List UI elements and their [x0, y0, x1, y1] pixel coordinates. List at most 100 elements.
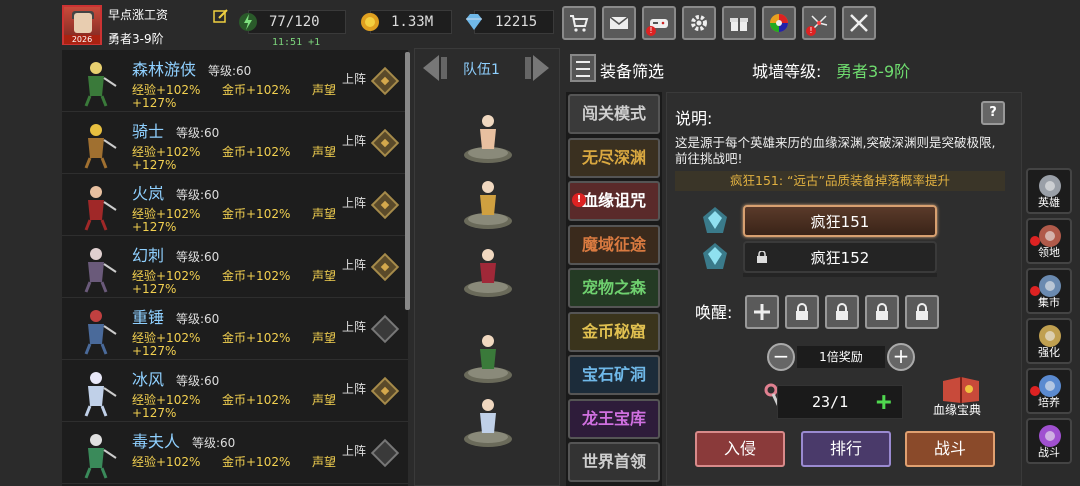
hero-deploy-label[interactable]: 上阵: [342, 256, 366, 273]
hero-deploy-label[interactable]: 上阵: [342, 442, 366, 459]
hero-deploy-label[interactable]: 上阵: [342, 132, 366, 149]
awaken-locked-slot[interactable]: [785, 295, 819, 329]
floor-item-151[interactable]: 疯狂151: [743, 205, 937, 237]
hero-list-scrollbar[interactable]: [405, 52, 410, 310]
hero-deploy-toggle[interactable]: [370, 314, 400, 344]
hero-name: 冰风: [132, 370, 165, 389]
sidebar-item[interactable]: 强化: [1026, 318, 1072, 364]
mode-label: 金币秘窟: [581, 321, 646, 341]
hero-deploy-toggle[interactable]: [370, 128, 400, 158]
multiplier-increase-button[interactable]: +: [887, 343, 915, 371]
sidebar-item[interactable]: 英雄: [1026, 168, 1072, 214]
wall-level-label: 城墙等级:: [752, 62, 822, 81]
hero-level: 等级:60: [176, 374, 220, 388]
mode-item[interactable]: 龙王宝库: [568, 398, 660, 439]
hero-deploy-toggle[interactable]: [370, 66, 400, 96]
add-attempt-button[interactable]: +: [876, 388, 892, 416]
gold-coin-icon: [361, 13, 379, 31]
awaken-locked-slot[interactable]: [865, 295, 899, 329]
team-slot[interactable]: [460, 395, 516, 449]
invade-button[interactable]: 入侵: [695, 431, 785, 467]
hero-row[interactable]: 冰风 等级:60 经验+102% 金币+102% 声望 +127% 上阵: [62, 360, 408, 422]
sidebar-item[interactable]: 战斗: [1026, 418, 1072, 464]
floor-list-edge: [743, 273, 937, 277]
diamond-counter: 12215: [466, 10, 554, 34]
hero-deploy-toggle[interactable]: [370, 438, 400, 468]
filter-menu-button[interactable]: [570, 54, 596, 82]
mode-item[interactable]: 世界首领: [568, 442, 660, 482]
hero-list[interactable]: 森林游侠 等级:60 经验+102% 金币+102% 声望 +127% 上阵 骑…: [62, 50, 408, 486]
hero-deploy-label[interactable]: 上阵: [342, 318, 366, 335]
drop-rate-banner: 疯狂151: “远古”品质装备掉落概率提升: [675, 171, 1005, 191]
hero-row[interactable]: 森林游侠 等级:60 经验+102% 金币+102% 声望 +127% 上阵: [62, 50, 408, 112]
team-label: 队伍1: [463, 62, 500, 78]
gold-value: 1.33M: [391, 14, 434, 30]
battle-swords-icon: [850, 14, 868, 32]
team-slot[interactable]: [460, 245, 516, 299]
hero-row[interactable]: 重锤 等级:60 经验+102% 金币+102% 声望 +127% 上阵: [62, 298, 408, 360]
mode-item[interactable]: 闯关模式: [568, 94, 660, 134]
hero-level: 等级:60: [176, 188, 220, 202]
bloodline-book-label[interactable]: 血缘宝典: [933, 401, 981, 418]
team-panel: 队伍1: [414, 48, 560, 486]
hero-deploy-toggle[interactable]: [370, 190, 400, 220]
sidebar-item[interactable]: 培养: [1026, 368, 1072, 414]
awaken-locked-slot[interactable]: [905, 295, 939, 329]
hero-row[interactable]: 毒夫人 等级:60 经验+102% 金币+102% 声望 上阵: [62, 422, 408, 484]
mail-button[interactable]: [602, 6, 636, 40]
hero-name: 重锤: [132, 308, 165, 327]
color-wheel-button[interactable]: [762, 6, 796, 40]
mode-item[interactable]: 无尽深渊: [568, 137, 660, 178]
hero-row[interactable]: 骑士 等级:60 经验+102% 金币+102% 声望 +127% 上阵: [62, 112, 408, 174]
floor-item-152[interactable]: 疯狂152: [743, 241, 937, 273]
settings-button[interactable]: [682, 6, 716, 40]
fireworks-button[interactable]: !: [802, 6, 836, 40]
hero-name: 森林游侠: [132, 60, 197, 79]
awaken-add-slot[interactable]: [745, 295, 779, 329]
lock-icon: [836, 303, 848, 320]
equipment-filter-label[interactable]: 装备筛选: [600, 58, 664, 82]
help-button[interactable]: ?: [981, 101, 1005, 125]
sidebar-label: 集市: [1038, 296, 1060, 309]
attempt-count: 23/1: [812, 393, 849, 411]
team-slot[interactable]: [460, 111, 516, 165]
team-slot[interactable]: [460, 177, 516, 231]
awaken-locked-slot[interactable]: [825, 295, 859, 329]
hero-fame-label: 声望: [312, 83, 337, 97]
hero-deploy-toggle[interactable]: [370, 376, 400, 406]
battle-button[interactable]: [842, 6, 876, 40]
team-slot[interactable]: [460, 331, 516, 385]
ranking-button[interactable]: 排行: [801, 431, 891, 467]
sidebar-item[interactable]: 领地: [1026, 218, 1072, 264]
hero-sprite-icon: [84, 186, 117, 231]
alert-dot: !: [572, 193, 586, 207]
hero-deploy-label[interactable]: 上阵: [342, 70, 366, 87]
multiplier-decrease-button[interactable]: −: [767, 343, 795, 371]
description-title: 说明:: [675, 109, 713, 128]
hero-deploy-toggle[interactable]: [370, 252, 400, 282]
mode-item[interactable]: 宠物之森: [568, 268, 660, 308]
hero-gold-bonus: 金币+102%: [222, 393, 291, 407]
shop-button[interactable]: [562, 6, 596, 40]
battle-button[interactable]: 战斗: [905, 431, 995, 467]
hero-row[interactable]: 火岚 等级:60 经验+102% 金币+102% 声望 +127% 上阵: [62, 174, 408, 236]
next-team-arrow-icon[interactable]: [523, 53, 555, 83]
hero-deploy-label[interactable]: 上阵: [342, 194, 366, 211]
reward-multiplier: − 1倍奖励 +: [767, 343, 915, 371]
filter-bar: 装备筛选 城墙等级: 勇者3-9阶: [566, 50, 1026, 86]
hero-row[interactable]: 幻刺 等级:60 经验+102% 金币+102% 声望 +127% 上阵: [62, 236, 408, 298]
sidebar-item[interactable]: 集市: [1026, 268, 1072, 314]
prev-team-arrow-icon[interactable]: [417, 53, 449, 83]
mode-item[interactable]: 金币秘窟: [568, 311, 660, 352]
mode-item[interactable]: 魔域征途: [568, 224, 660, 265]
lock-icon: [796, 303, 808, 320]
player-avatar[interactable]: 2026: [62, 5, 102, 45]
mode-item[interactable]: ! 血缘诅咒: [568, 181, 660, 221]
mode-item[interactable]: 宝石矿洞: [568, 355, 660, 395]
gamepad-button[interactable]: !: [642, 6, 676, 40]
hero-level: 等级:60: [176, 250, 220, 264]
gift-button[interactable]: [722, 6, 756, 40]
hero-deploy-label[interactable]: 上阵: [342, 380, 366, 397]
edit-name-icon[interactable]: [213, 8, 229, 24]
stamina-counter: 77/120: [239, 10, 346, 34]
